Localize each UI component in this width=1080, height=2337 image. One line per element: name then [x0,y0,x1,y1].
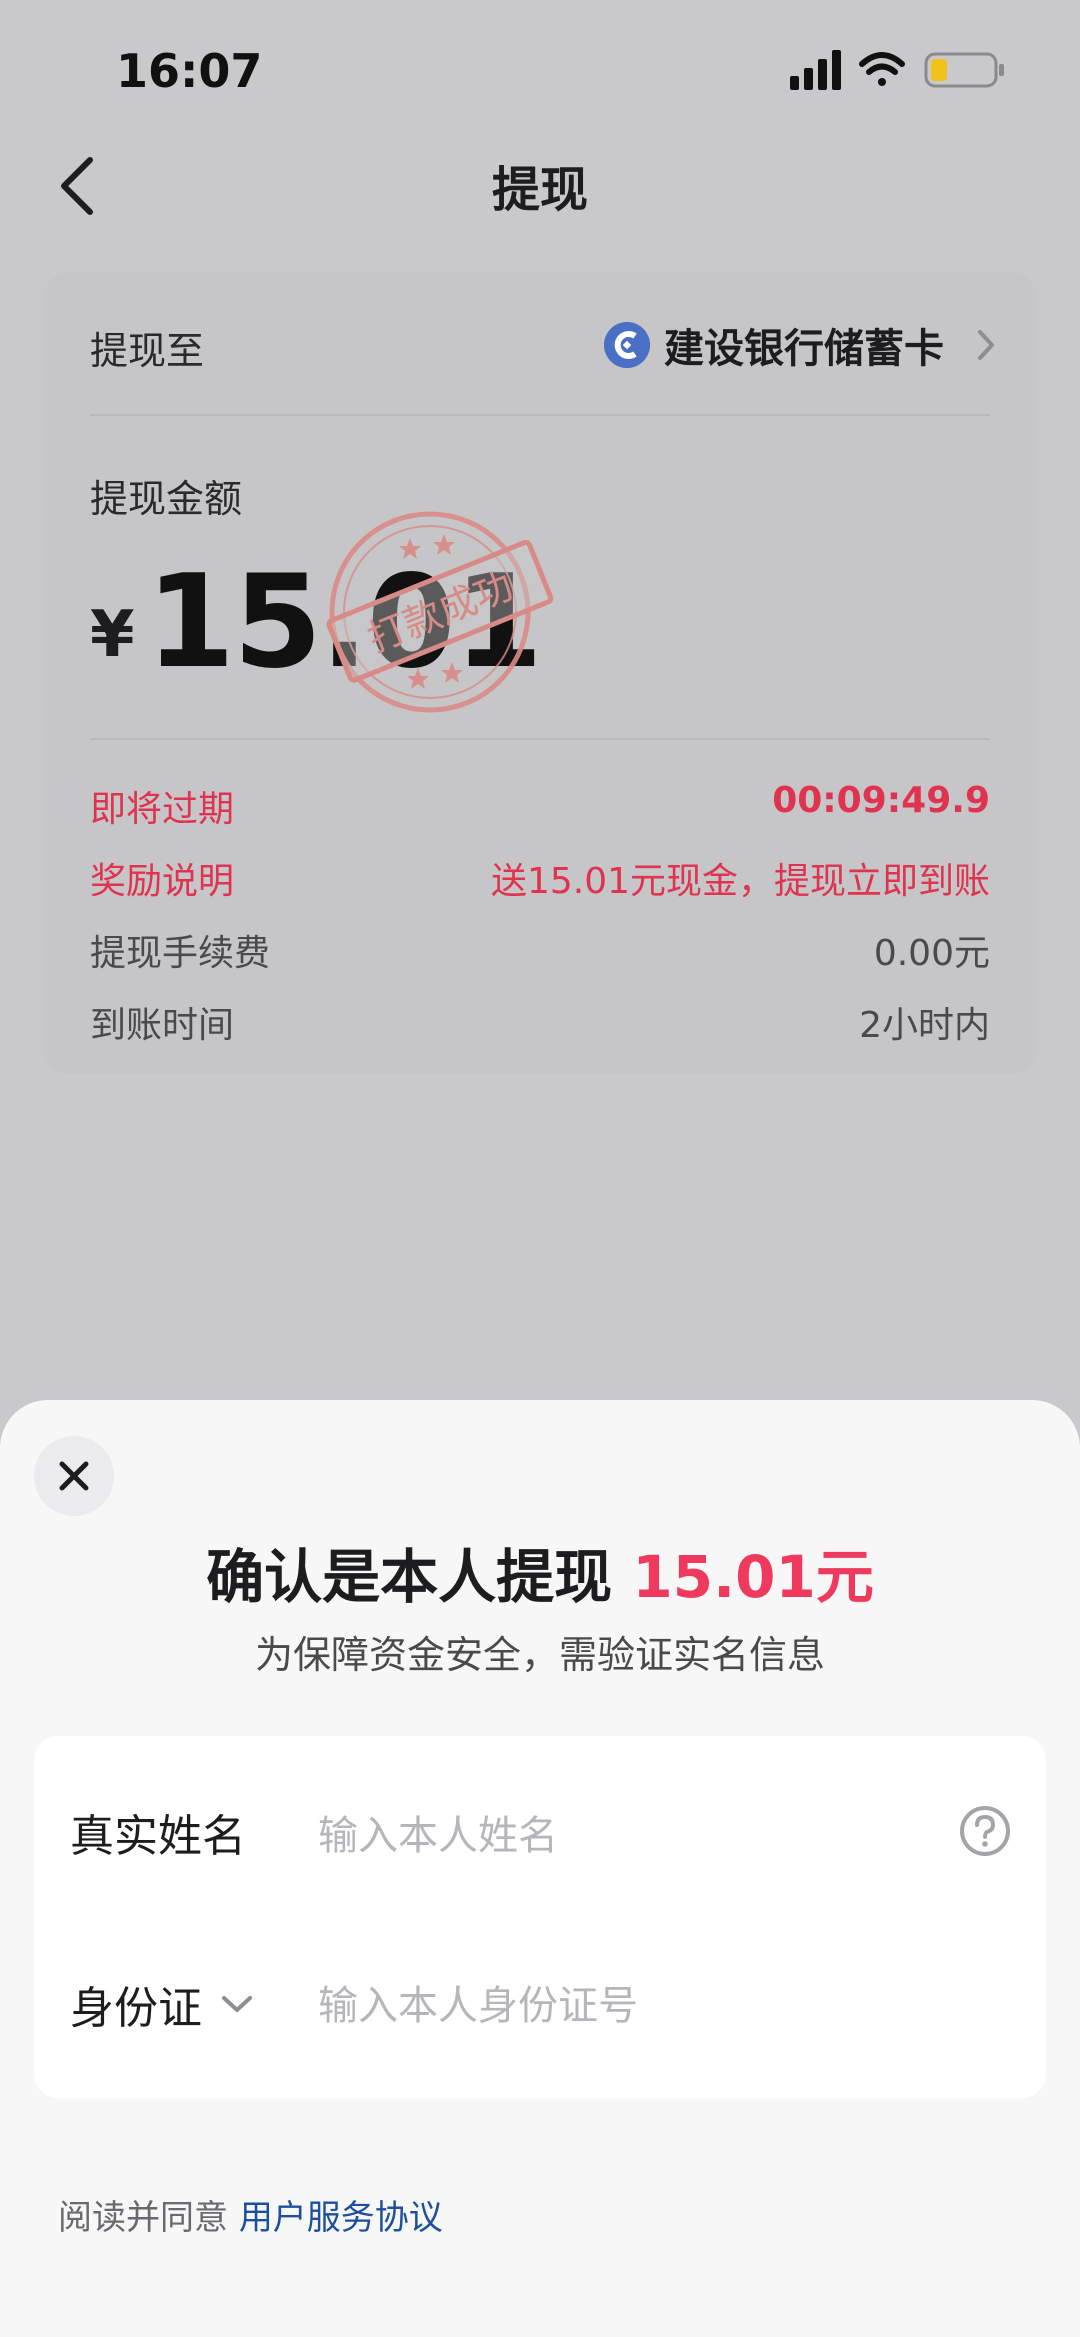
status-icons [790,50,1004,90]
wifi-icon [859,52,905,86]
chevron-down-icon [222,1996,252,2012]
page-title: 提现 [491,162,588,218]
close-icon [59,1461,89,1491]
user-service-agreement-link[interactable]: 用户服务协议 [239,2198,443,2238]
fee-label: 提现手续费 [90,933,271,974]
id-type-label: 身份证 [70,1983,202,2034]
close-button[interactable] [34,1436,114,1516]
payment-success-stamp: 打款成功 [326,511,554,713]
reward-label: 奖励说明 [90,861,235,902]
arrival-value: 2小时内 [859,1005,990,1046]
identity-form [34,1736,1046,2098]
help-icon[interactable] [958,1804,1012,1858]
confirm-subtitle: 为保障资金安全，需验证实名信息 [254,1633,825,1677]
withdraw-to-label: 提现至 [90,329,205,373]
expire-countdown: 00:09:49.9 [772,780,990,821]
chevron-right-icon [978,330,994,360]
signal-icon [790,50,841,90]
confirm-title-text: 确认是本人提现 [206,1543,633,1611]
reward-value: 送15.01元现金，提现立即到账 [490,861,990,902]
fee-value: 0.00元 [873,933,990,974]
ccb-logo-icon [604,322,650,368]
battery-icon [924,52,1004,88]
currency-symbol: ¥ [90,598,135,672]
divider [90,414,990,416]
bank-selector[interactable]: 建设银行储蓄卡 [604,316,996,374]
status-time: 16:07 [116,44,263,98]
real-name-label: 真实姓名 [70,1811,246,1862]
confirm-amount: 15.01元 [632,1543,874,1611]
expire-label: 即将过期 [90,789,235,830]
divider [90,738,990,740]
amount-label: 提现金额 [90,477,243,521]
arrival-label: 到账时间 [90,1005,235,1046]
bank-name: 建设银行储蓄卡 [664,326,944,372]
real-name-input[interactable] [318,1808,918,1864]
confirm-title: 确认是本人提现 15.01元 [0,1530,1080,1614]
agreement-text: 阅读并同意 [58,2198,239,2238]
id-number-input[interactable] [318,1978,958,2034]
id-type-selector[interactable]: 身份证 [70,1972,254,2036]
agreement-line: 阅读并同意 用户服务协议 [58,2190,443,2239]
